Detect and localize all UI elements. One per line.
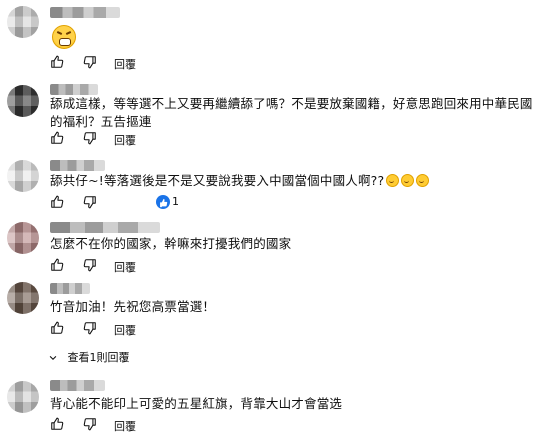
like-button[interactable] bbox=[50, 55, 64, 71]
avatar[interactable] bbox=[7, 6, 39, 38]
author-name-blurred[interactable] bbox=[50, 380, 105, 391]
avatar[interactable] bbox=[7, 381, 39, 413]
reply-button[interactable]: 回覆 bbox=[114, 259, 136, 275]
comment-text: 怎麼不在你的國家，幹嘛來打擾我們的國家 bbox=[50, 236, 292, 251]
like-button[interactable] bbox=[50, 195, 64, 211]
author-name-blurred[interactable] bbox=[50, 7, 120, 18]
vomit-face-emoji bbox=[52, 25, 76, 49]
comment-text-content: 舔共仔~!等落選後是不是又要說我要入中國當個中國人啊?? bbox=[50, 173, 385, 188]
thumb-down-icon bbox=[83, 56, 96, 69]
dislike-button[interactable] bbox=[83, 258, 97, 274]
thumb-down-icon bbox=[83, 196, 96, 209]
like-button[interactable] bbox=[50, 417, 64, 433]
dislike-button[interactable] bbox=[83, 131, 97, 147]
grin-emoji bbox=[416, 174, 430, 187]
thumb-down-icon bbox=[83, 259, 96, 272]
author-name-blurred[interactable] bbox=[50, 222, 160, 233]
dislike-button[interactable] bbox=[83, 195, 97, 211]
reply-button[interactable]: 回覆 bbox=[114, 418, 136, 434]
thumb-up-icon bbox=[51, 321, 64, 334]
grin-emoji bbox=[386, 174, 400, 187]
thumb-up-icon bbox=[51, 55, 64, 68]
thumb-up-icon bbox=[51, 417, 64, 430]
comment-text: 竹音加油！先祝您高票當選！ bbox=[50, 299, 216, 314]
view-replies-label: 查看1則回覆 bbox=[67, 351, 130, 364]
grin-emoji bbox=[401, 174, 415, 187]
thumb-up-icon bbox=[51, 195, 64, 208]
view-replies-button[interactable]: 查看1則回覆 bbox=[48, 349, 130, 365]
author-name-blurred[interactable] bbox=[50, 160, 105, 171]
avatar[interactable] bbox=[7, 282, 39, 314]
author-name-blurred[interactable] bbox=[50, 283, 90, 294]
chevron-down-icon bbox=[49, 355, 57, 361]
comment-text: 背心能不能印上可愛的五星紅旗，背靠大山才會當选 bbox=[50, 396, 343, 411]
like-button[interactable] bbox=[50, 131, 64, 147]
thumb-down-icon bbox=[83, 132, 96, 145]
comment-text: 舔共仔~!等落選後是不是又要說我要入中國當個中國人啊?? bbox=[50, 172, 535, 190]
dislike-button[interactable] bbox=[83, 55, 97, 71]
comment-text: 舔成這樣，等等選不上又要再繼續舔了嗎？不是要放棄國籍，好意思跑回來用中華民國的福… bbox=[50, 96, 533, 129]
thumb-down-icon bbox=[83, 418, 96, 431]
like-button[interactable] bbox=[50, 258, 64, 274]
dislike-button[interactable] bbox=[83, 417, 97, 433]
creator-heart-icon[interactable] bbox=[156, 195, 170, 209]
avatar[interactable] bbox=[7, 85, 39, 117]
avatar[interactable] bbox=[7, 222, 39, 254]
like-button[interactable] bbox=[50, 321, 64, 337]
dislike-button[interactable] bbox=[83, 321, 97, 337]
reply-button[interactable]: 回覆 bbox=[114, 56, 136, 72]
author-name-blurred[interactable] bbox=[50, 84, 98, 95]
reply-button[interactable]: 回覆 bbox=[114, 322, 136, 338]
avatar[interactable] bbox=[7, 160, 39, 192]
reply-button[interactable]: 回覆 bbox=[114, 132, 136, 148]
like-count: 1 bbox=[172, 195, 179, 208]
thumb-down-icon bbox=[83, 322, 96, 335]
thumb-up-icon bbox=[51, 131, 64, 144]
thumb-up-icon bbox=[51, 258, 64, 271]
